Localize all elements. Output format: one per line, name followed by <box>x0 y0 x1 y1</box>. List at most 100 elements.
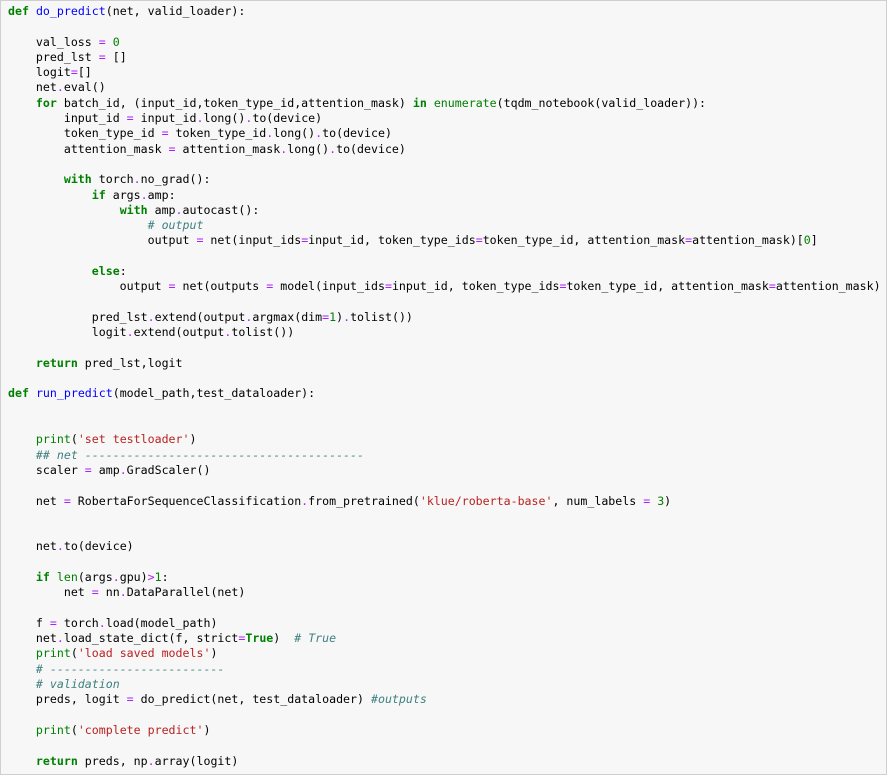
code-token: ) <box>189 432 197 447</box>
code-token: ( <box>70 722 78 737</box>
code-token: preds, logit <box>8 692 127 707</box>
code-token: token_type_id <box>168 126 267 141</box>
code-line: if len(args.gpu)>1: <box>8 570 881 585</box>
code-token: net <box>8 493 64 508</box>
code-token: . <box>133 172 141 187</box>
code-token: ) <box>203 722 211 737</box>
code-token: (net, valid_loader): <box>105 4 246 18</box>
code-token: [] <box>105 49 127 64</box>
code-token: load_state_dict(f, strict <box>63 631 239 646</box>
code-line: scaler = amp.GradScaler() <box>8 463 881 478</box>
code-token: input_id <box>133 111 197 126</box>
code-token: 1 <box>154 569 162 584</box>
code-token: = <box>49 615 57 630</box>
code-line: net.eval() <box>8 80 881 95</box>
code-token: amp: <box>147 187 176 202</box>
code-token: amp <box>147 202 176 217</box>
code-token: net <box>8 539 57 554</box>
code-token: 'klue/roberta-base' <box>419 493 553 508</box>
code-token: 'load saved models' <box>77 646 211 661</box>
code-token: net <box>8 585 92 600</box>
code-token: . <box>112 569 120 584</box>
code-token: . <box>175 202 183 217</box>
code-line: net = RobertaForSequenceClassification.f… <box>8 494 881 509</box>
code-token: attention_mask)[ <box>692 233 804 248</box>
code-token: len <box>56 569 78 584</box>
code-token: args <box>105 187 141 202</box>
code-token: 'complete predict' <box>77 722 204 737</box>
code-token: attention_mask) <box>775 279 881 294</box>
code-token: gpu) <box>119 569 148 584</box>
code-token: with <box>63 172 92 187</box>
code-token: print <box>35 646 71 661</box>
code-token: to(device) <box>322 126 392 141</box>
notebook-code-cell[interactable]: def do_predict(net, valid_loader): val_l… <box>0 0 887 775</box>
code-token: True <box>245 631 274 646</box>
code-token: [] <box>77 65 92 80</box>
code-token: = <box>126 111 134 126</box>
code-token: nn <box>98 585 120 600</box>
code-token: pred_lst <box>8 309 148 324</box>
code-token: 0 <box>112 34 120 49</box>
code-token: = <box>161 126 169 141</box>
code-token: batch_id, (input_id,token_type_id,attent… <box>56 95 413 110</box>
code-token: ( <box>70 432 78 447</box>
code-line: token_type_id = token_type_id.long().to(… <box>8 126 881 141</box>
code-token: amp <box>91 462 120 477</box>
code-line: else: <box>8 264 881 279</box>
code-token: net(outputs <box>175 279 267 294</box>
code-line: print('load saved models') <box>8 646 881 661</box>
code-token: autocast(): <box>182 202 260 217</box>
code-token: if <box>91 187 106 202</box>
code-token: . <box>119 462 127 477</box>
code-token: to(device) <box>336 141 406 156</box>
code-token: # ------------------------- <box>35 661 225 676</box>
code-line: pred_lst.extend(output.argmax(dim=1).tol… <box>8 310 881 325</box>
code-token: to(device) <box>63 539 134 554</box>
code-token: . <box>56 631 64 646</box>
code-token: # validation <box>35 677 120 692</box>
code-token: token_type_id, attention_mask <box>482 233 686 248</box>
code-token: . <box>126 325 134 340</box>
code-token: DataParallel(net) <box>126 585 246 600</box>
code-token: = <box>168 141 176 156</box>
code-token: return <box>35 355 78 370</box>
code-token: = <box>768 279 776 294</box>
code-line: print('set testloader') <box>8 432 881 447</box>
code-editor[interactable]: def do_predict(net, valid_loader): val_l… <box>8 4 881 769</box>
code-line: net.load_state_dict(f, strict=True) # Tr… <box>8 631 881 646</box>
code-token: logit <box>8 325 127 340</box>
code-token: eval() <box>63 80 106 95</box>
code-line: logit=[] <box>8 65 881 80</box>
code-token: ] <box>810 233 818 248</box>
code-line: val_loss = 0 <box>8 35 881 50</box>
code-token: model(input_ids <box>273 279 385 294</box>
code-line: net = nn.DataParallel(net) <box>8 585 881 600</box>
code-token: . <box>56 539 64 554</box>
code-token: : <box>161 569 169 584</box>
code-token: def <box>8 386 29 401</box>
code-token: = <box>98 34 106 49</box>
code-token: = <box>84 462 92 477</box>
